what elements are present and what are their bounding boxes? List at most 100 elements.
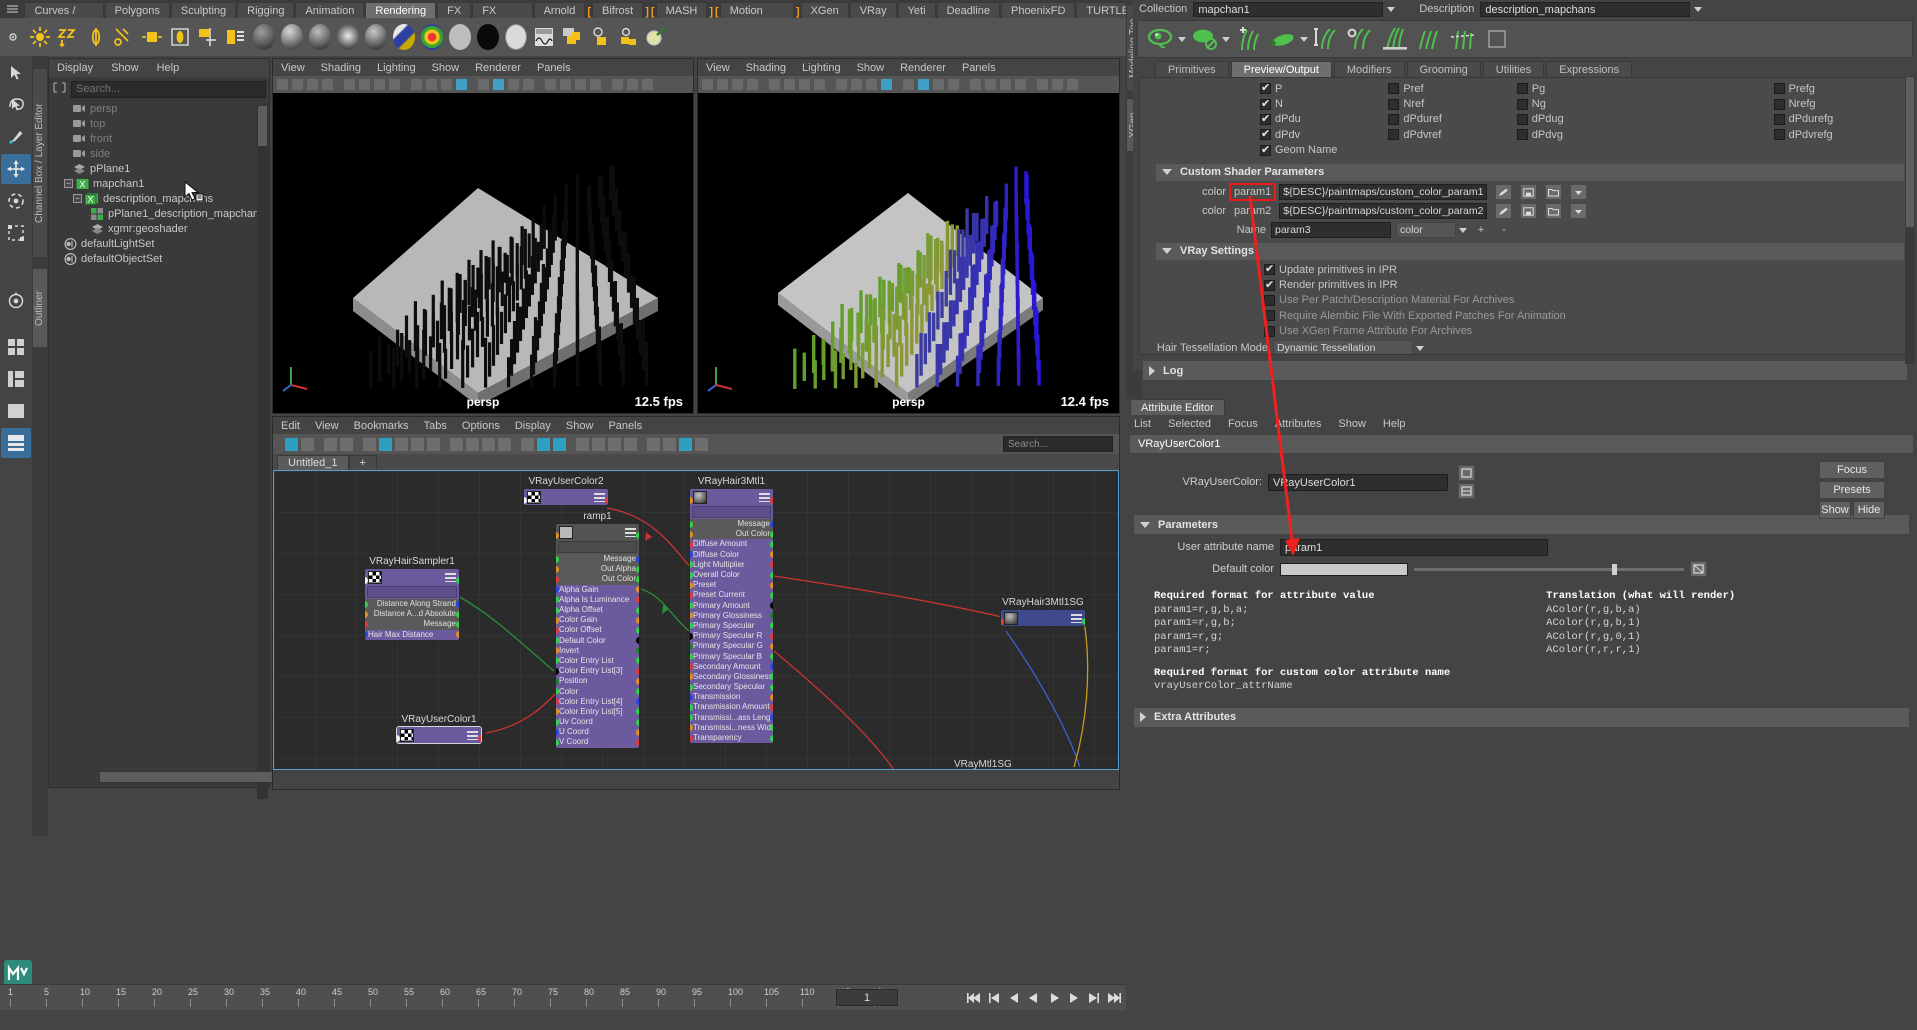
node-body[interactable]: Message Out Alpha Out Color Alpha Gain Alpha…	[555, 523, 640, 749]
viewport-toolbar-icon-0[interactable]	[701, 78, 714, 91]
node-attr-input-port[interactable]	[556, 575, 559, 583]
play-backwards-icon[interactable]	[1025, 988, 1042, 1007]
param-value-input[interactable]: ${DESC}/paintmaps/custom_color_param1	[1279, 184, 1488, 201]
current-frame-field[interactable]: 1	[836, 989, 898, 1006]
node-swatch[interactable]	[400, 728, 414, 742]
node-attr-input-port[interactable]	[365, 600, 368, 608]
node-attr-output-port[interactable]	[770, 734, 773, 742]
chevron-down-icon[interactable]	[1387, 6, 1396, 12]
focus-button[interactable]: Focus	[1819, 461, 1885, 479]
node-attribute-row[interactable]: U Coord	[556, 727, 639, 738]
section-custom-shader-parameters[interactable]: Custom Shader Parameters	[1156, 163, 1904, 181]
tab-outliner[interactable]: Outliner	[32, 268, 48, 348]
viewport-toolbar-icon-2[interactable]	[306, 78, 319, 91]
node-name-input[interactable]: VRayUserColor1	[1268, 473, 1448, 491]
checkbox-dpdug[interactable]: dPdug	[1516, 112, 1645, 127]
move-tool-icon[interactable]	[1, 154, 31, 184]
checkbox-box[interactable]	[1388, 83, 1400, 95]
checkbox-box[interactable]	[1260, 81, 1271, 95]
node-editor-icon-27[interactable]	[316, 437, 322, 452]
outliner-expander-icon[interactable]: −	[64, 179, 73, 188]
node-attr-output-port[interactable]	[636, 606, 639, 614]
outliner-item-defaultobjectset[interactable]: defaultObjectSet	[49, 251, 269, 266]
node-attr-output-port[interactable]	[770, 540, 773, 548]
shelf-tab-mash[interactable]: MASH	[655, 2, 708, 18]
node-attribute-row[interactable]: Primary Specular G	[690, 641, 773, 652]
checkbox-dpduref[interactable]: dPduref	[1388, 112, 1516, 127]
node-body[interactable]: Message Out Color Diffuse Amount Diffuse Co…	[689, 488, 774, 745]
node-editor-icon-30[interactable]	[277, 437, 283, 452]
node-attr-input-port[interactable]	[365, 620, 368, 628]
lasso-tool-icon[interactable]	[1, 90, 31, 120]
shelf-tab-arnold[interactable]: Arnold	[533, 2, 586, 18]
node-attr-output-port[interactable]	[456, 610, 459, 618]
node-attr-output-port[interactable]	[770, 703, 773, 711]
outliner-menu-show[interactable]: Show	[111, 62, 139, 74]
step-forward-key-icon[interactable]	[1085, 988, 1102, 1007]
viewport-toolbar-icon-27[interactable]	[641, 78, 654, 91]
viewport-toolbar-icon-22[interactable]	[574, 78, 587, 91]
node-attr-output-port[interactable]	[770, 561, 773, 569]
node-swatch[interactable]	[693, 490, 707, 504]
node-attribute-row[interactable]: Secondary Specular	[690, 682, 773, 693]
checkbox-box[interactable]	[1773, 129, 1785, 141]
node-attr-output-port[interactable]	[636, 565, 639, 573]
node-attr-input-port[interactable]	[365, 610, 368, 618]
render-layer-icon[interactable]	[559, 22, 585, 52]
section-extra-attributes[interactable]: Extra Attributes	[1134, 707, 1909, 727]
cut-modifier-icon[interactable]	[1448, 24, 1478, 54]
viewport-toolbar-icon-7[interactable]	[373, 78, 386, 91]
xgen-tab-grooming[interactable]: Grooming	[1406, 61, 1481, 77]
node-swatch[interactable]	[527, 490, 541, 504]
viewport-toolbar-icon-3[interactable]	[321, 78, 334, 91]
viewport-toolbar-icon-13[interactable]	[455, 78, 468, 91]
node-attribute-row[interactable]: Alpha Gain	[556, 584, 639, 595]
new-param-type-dropdown[interactable]: color	[1396, 222, 1456, 239]
node-editor-menu-display[interactable]: Display	[515, 420, 551, 432]
blinn-sphere-icon[interactable]	[279, 22, 305, 52]
node-attribute-row[interactable]: Transmission Amount	[690, 702, 773, 713]
outliner-item-persp[interactable]: persp	[49, 101, 269, 116]
node-attribute-row[interactable]: Primary Specular R	[690, 631, 773, 642]
checkbox-box[interactable]	[1773, 113, 1785, 125]
color-picker-icon[interactable]	[1690, 561, 1707, 577]
node-attribute-row[interactable]: Transmissi...ass Length	[690, 712, 773, 723]
node-output-port[interactable]	[605, 497, 608, 504]
node-attribute-row[interactable]: Message	[556, 554, 639, 565]
shelf-tab-vray[interactable]: VRay	[849, 2, 897, 18]
node-attr-output-port[interactable]	[636, 555, 639, 563]
phonge-sphere-icon[interactable]	[335, 22, 361, 52]
viewport-toolbar-icon-12[interactable]	[440, 78, 453, 91]
checkbox-dpdurefg[interactable]: dPdurefg	[1773, 112, 1902, 127]
checkbox-box[interactable]	[1516, 129, 1528, 141]
node-editor-icon-6[interactable]	[607, 436, 622, 452]
node-body[interactable]	[396, 726, 482, 744]
viewport-toolbar-icon-9[interactable]	[403, 78, 408, 91]
layout-single-icon[interactable]	[1, 396, 31, 426]
node-attribute-row[interactable]: Out Color	[690, 529, 773, 540]
outliner-item-side[interactable]: side	[49, 146, 269, 161]
node-editor-icon-4[interactable]	[639, 437, 645, 452]
node-swatch[interactable]	[559, 525, 573, 539]
node-attr-output-port[interactable]	[770, 693, 773, 701]
node-attr-output-port[interactable]	[636, 647, 639, 655]
node-vray-hair3-mtl1[interactable]: VRayHair3Mtl1 Message Out Color Diffuse Am…	[689, 476, 774, 745]
node-editor-icon-21[interactable]	[394, 436, 409, 452]
viewport-toolbar-icon-25[interactable]	[1036, 78, 1049, 91]
node-attribute-row[interactable]: Color	[556, 686, 639, 697]
hide-button[interactable]: Hide	[1853, 501, 1885, 519]
viewport-toolbar-icon-4[interactable]	[336, 78, 341, 91]
node-vray-user-color2[interactable]: VRayUserColor2	[523, 476, 609, 506]
node-attribute-row[interactable]: Preset	[690, 580, 773, 591]
node-attribute-row[interactable]: Out Alpha	[556, 564, 639, 575]
xgen-tab-utilities[interactable]: Utilities	[1482, 61, 1545, 77]
node-attr-output-port[interactable]	[770, 520, 773, 528]
default-color-slider[interactable]	[1414, 563, 1684, 575]
viewport-toolbar-icon-15[interactable]	[477, 78, 490, 91]
shelf-grip-icon[interactable]	[0, 0, 24, 18]
node-attr-output-port[interactable]	[770, 581, 773, 589]
node-vray-hair-sampler1[interactable]: VRayHairSampler1 Distance Along Strand Di…	[364, 556, 460, 641]
node-attr-output-port[interactable]	[770, 571, 773, 579]
checkbox-ng[interactable]: Ng	[1516, 96, 1645, 111]
clump-modifier-icon[interactable]	[1380, 24, 1410, 54]
